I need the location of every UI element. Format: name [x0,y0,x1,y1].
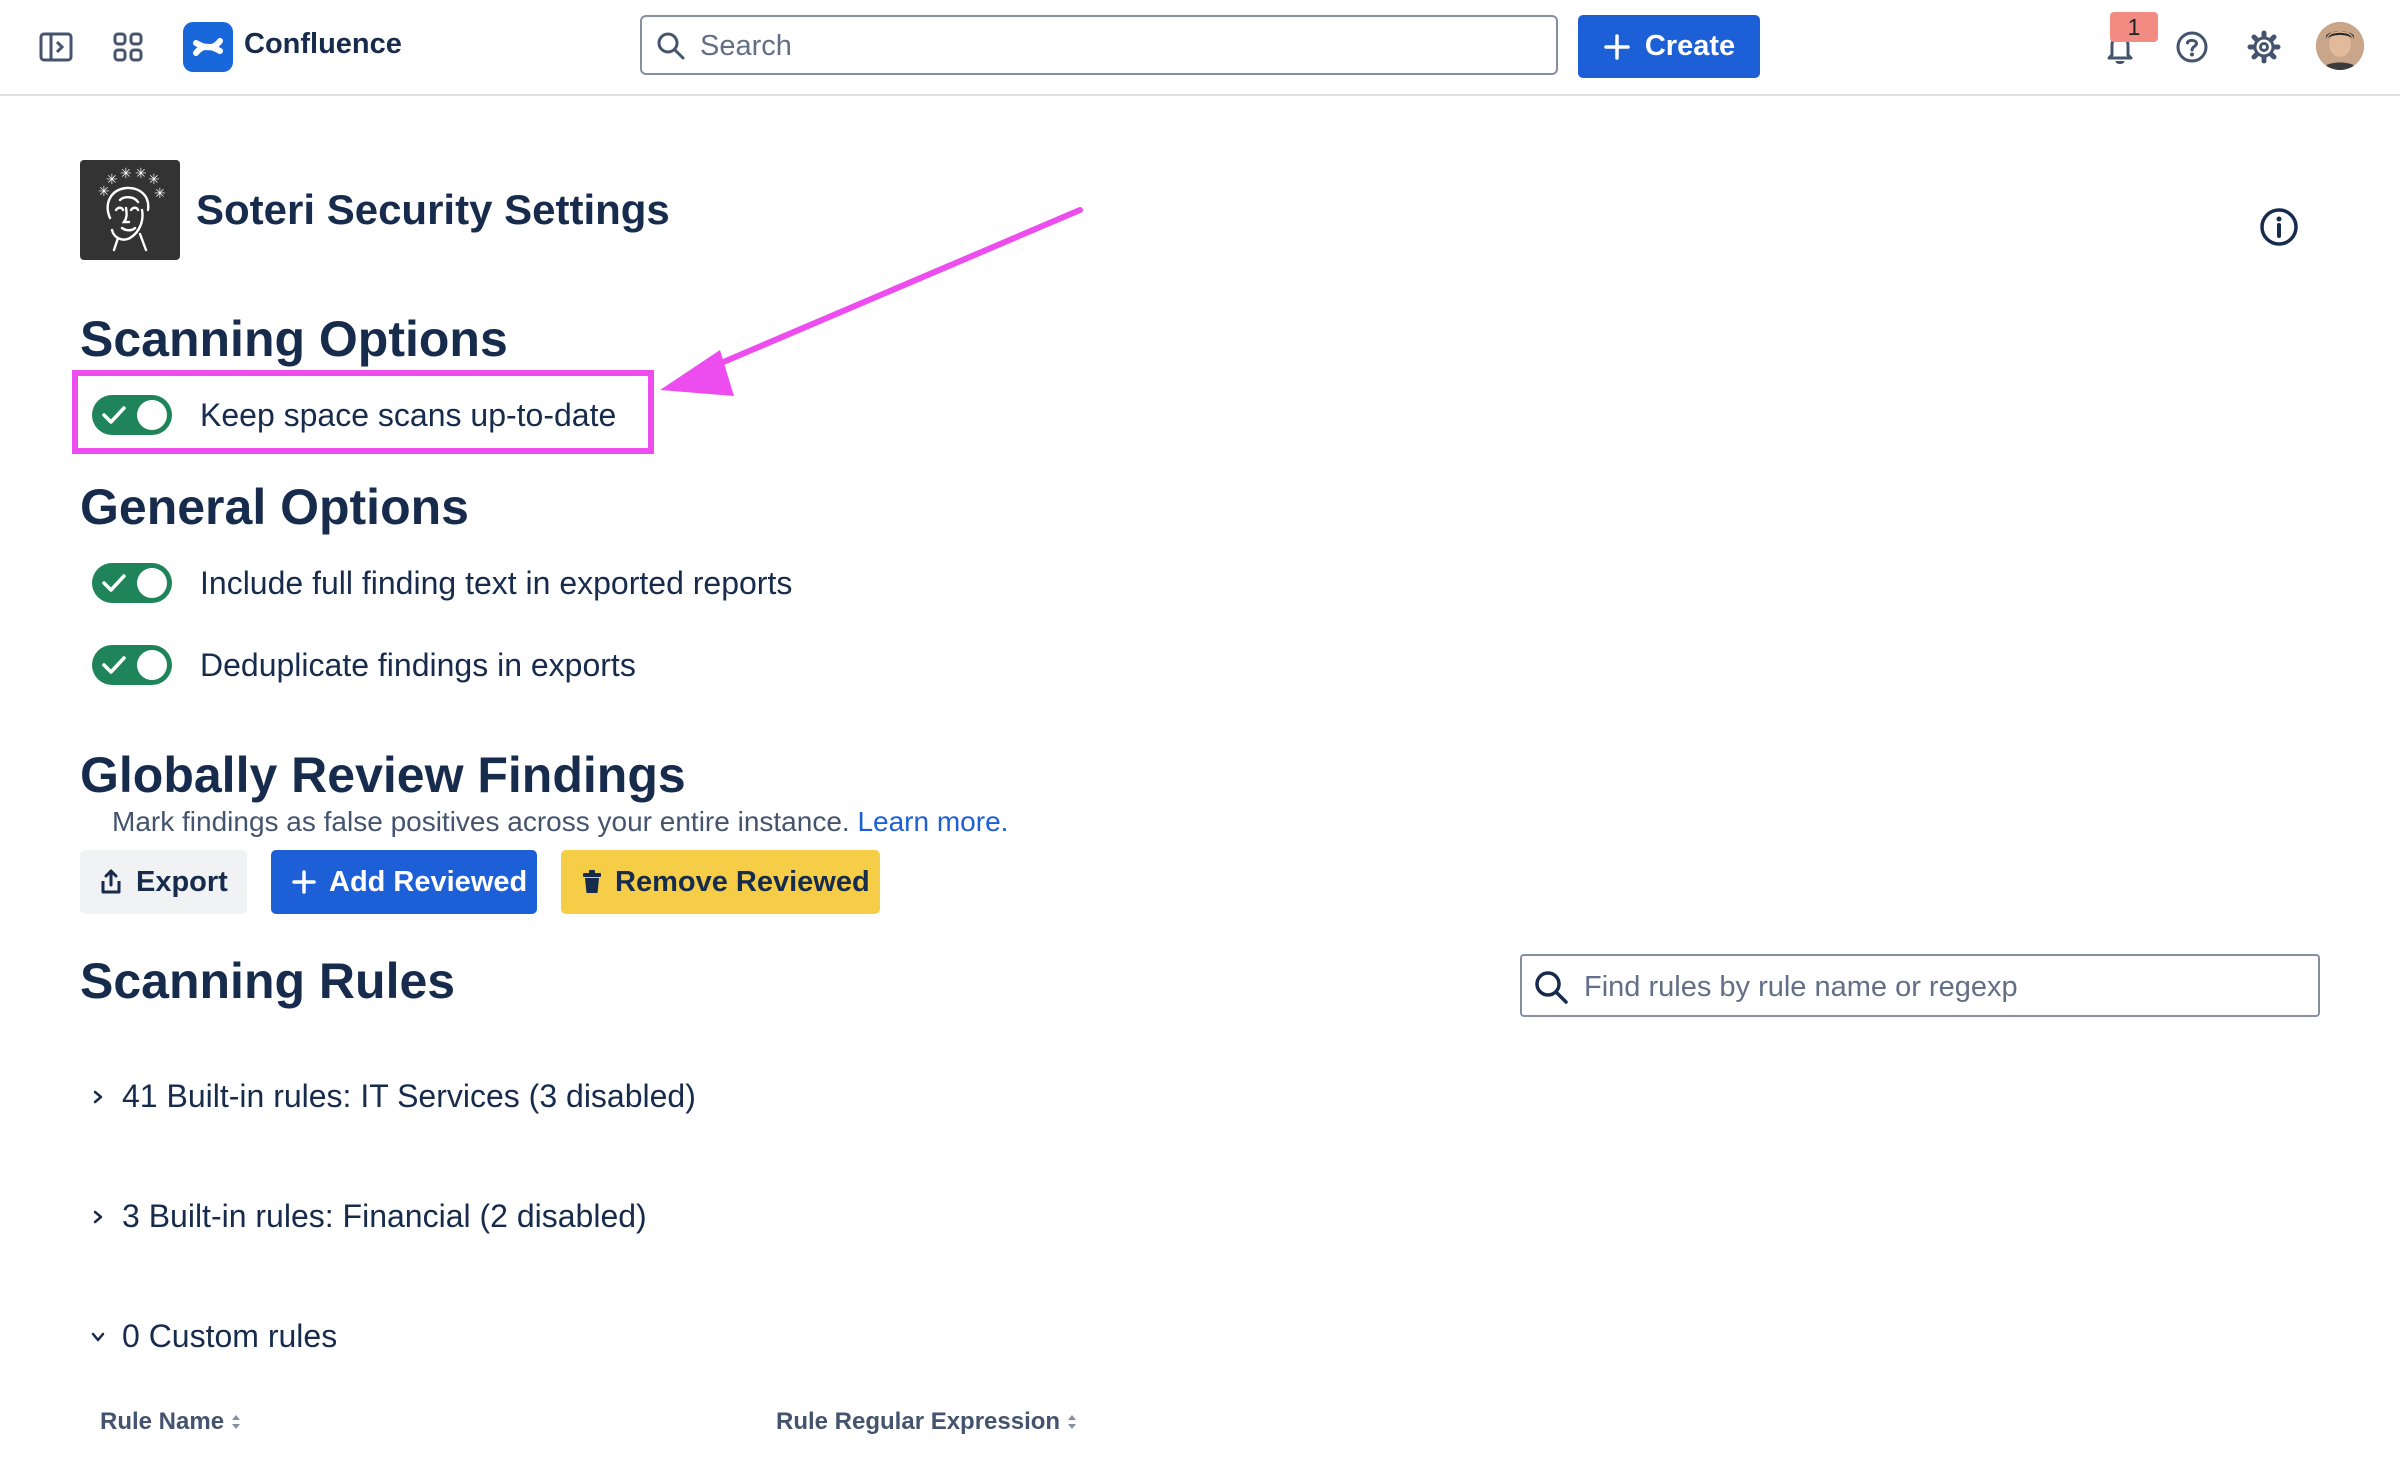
toggle-knob [137,568,167,598]
sort-icon [1068,1415,1077,1429]
full-finding-text-toggle-row[interactable]: Include full finding text in exported re… [92,563,792,603]
plus-icon [292,870,316,894]
rules-search-field[interactable] [1520,954,2320,1017]
toggle-label: Deduplicate findings in exports [200,646,636,683]
sort-icon [232,1415,241,1429]
column-header-label: Rule Name [100,1408,225,1435]
confluence-logo-icon[interactable] [183,22,233,72]
rule-group-it-services[interactable]: 41 Built-in rules: IT Services (3 disabl… [88,1078,696,1115]
export-button[interactable]: Export [80,850,247,914]
remove-reviewed-button[interactable]: Remove Reviewed [561,850,880,914]
toggle-knob [137,650,167,680]
search-icon [1535,971,1568,1004]
rule-group-label: 0 Custom rules [122,1318,338,1354]
column-header-rule-name[interactable]: Rule Name [100,1408,242,1436]
general-options-heading: General Options [80,479,469,535]
annotation-arrow-icon [660,207,1083,396]
deduplicate-findings-toggle[interactable] [92,645,172,685]
page-title: Soteri Security Settings [196,186,670,233]
help-icon[interactable] [2166,21,2218,73]
chevron-down-icon [88,1331,108,1343]
scanning-rules-heading: Scanning Rules [80,953,456,1009]
search-icon [657,32,685,60]
add-reviewed-button[interactable]: Add Reviewed [271,850,537,914]
annotation-highlight-box [72,370,654,454]
description-text: Mark findings as false positives across … [112,806,850,837]
toggle-label: Include full finding text in exported re… [200,564,793,601]
top-navigation: Confluence Create 1 [0,0,2400,96]
avatar[interactable] [2316,22,2364,70]
review-findings-heading: Globally Review Findings [80,747,686,803]
learn-more-link[interactable]: Learn more. [857,806,1008,837]
gear-icon[interactable] [2238,21,2290,73]
trash-icon [583,870,601,893]
create-button-label: Create [1644,30,1736,62]
rule-group-financial[interactable]: 3 Built-in rules: Financial (2 disabled) [88,1198,647,1235]
info-icon[interactable] [2258,206,2300,248]
export-button-label: Export [136,865,228,898]
rule-group-label: 41 Built-in rules: IT Services (3 disabl… [122,1078,696,1114]
rules-search-input[interactable] [1582,966,2306,1008]
check-icon [102,574,126,592]
svg-text:✳: ✳ [135,166,147,182]
svg-text:✳: ✳ [154,186,166,202]
add-reviewed-button-label: Add Reviewed [329,865,528,898]
search-input[interactable] [698,25,1542,67]
column-header-rule-regex[interactable]: Rule Regular Expression [776,1408,1078,1436]
full-finding-text-toggle[interactable] [92,563,172,603]
chevron-right-icon [88,1209,108,1225]
notification-badge: 1 [2110,12,2158,42]
plus-icon [1604,33,1630,60]
remove-reviewed-button-label: Remove Reviewed [615,865,870,898]
column-header-label: Rule Regular Expression [776,1408,1061,1435]
create-button[interactable]: Create [1578,15,1760,78]
soteri-logo: ✳ ✳ ✳ ✳ ✳ ✳ [80,160,180,260]
svg-text:✳: ✳ [98,184,110,200]
export-icon [101,869,121,894]
global-search[interactable] [640,15,1558,75]
deduplicate-findings-toggle-row[interactable]: Deduplicate findings in exports [92,645,636,685]
product-name[interactable]: Confluence [244,28,402,61]
rule-group-label: 3 Built-in rules: Financial (2 disabled) [122,1198,647,1234]
app-switcher-icon[interactable] [102,21,154,73]
rule-group-custom[interactable]: 0 Custom rules [88,1318,337,1355]
sidebar-toggle-icon[interactable] [30,21,82,73]
scanning-options-heading: Scanning Options [80,311,508,367]
review-findings-description: Mark findings as false positives across … [112,806,1008,838]
svg-text:✳: ✳ [120,166,132,182]
check-icon [102,656,126,674]
chevron-right-icon [88,1089,108,1105]
